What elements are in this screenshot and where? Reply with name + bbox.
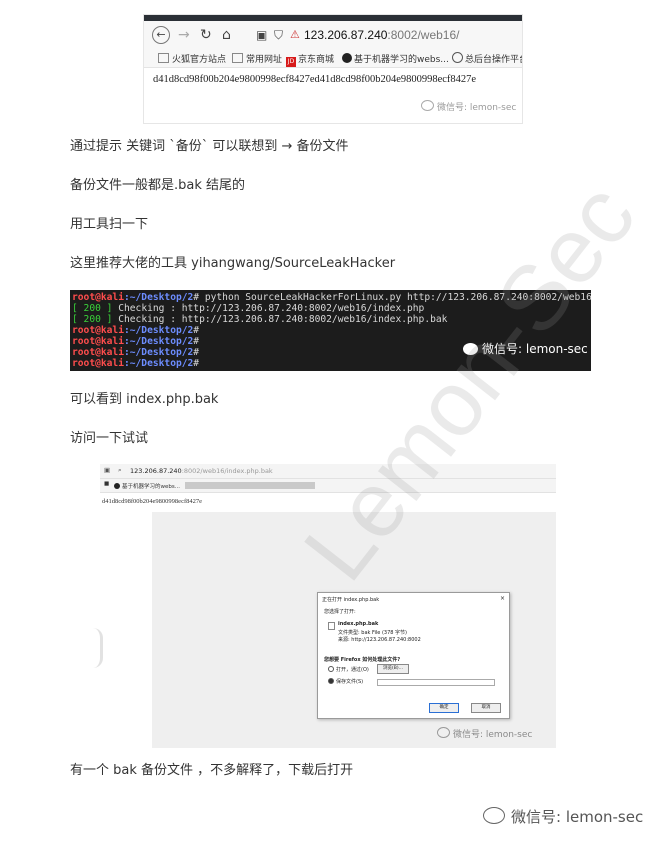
bookmark-item[interactable]: 火狐官方站点 <box>158 52 226 65</box>
folder-icon <box>158 53 169 63</box>
url-text[interactable]: 123.206.87.240:8002/web16/index.php.bak <box>130 467 273 475</box>
save-file-radio[interactable]: 保存文件(S) <box>328 678 363 685</box>
terminal-line: root@kali:~/Desktop/2# <box>72 336 200 347</box>
wechat-icon <box>437 727 450 738</box>
text-line: 可以看到 index.php.bak <box>70 392 219 407</box>
terminal-line: root@kali:~/Desktop/2# <box>72 325 200 336</box>
file-type: 文件类型: bak File (378 字节) <box>338 630 407 636</box>
decorative-stroke <box>93 628 103 668</box>
github-icon <box>342 53 352 63</box>
footer-watermark: 微信号: lemon-sec <box>483 806 643 827</box>
close-icon[interactable]: × <box>500 595 505 602</box>
bookmark-item[interactable]: 基于机器学习的webs... <box>342 52 449 65</box>
reload-icon[interactable]: ↻ <box>200 28 212 42</box>
forward-icon[interactable]: → <box>178 28 190 42</box>
browser-navbar: ▣ ⌕ 123.206.87.240:8002/web16/index.php.… <box>100 464 556 479</box>
terminal-line: [ 200 ] Checking : http://123.206.87.240… <box>72 314 448 325</box>
home-icon[interactable]: ⌂ <box>222 28 231 42</box>
download-dialog: 正在打开 index.php.bak × 您选择了打开: index.php.b… <box>317 592 510 719</box>
file-icon <box>328 622 335 630</box>
github-icon <box>114 483 120 489</box>
redacted-bookmarks <box>185 482 315 489</box>
cancel-button[interactable]: 取消 <box>471 703 501 713</box>
save-path-field[interactable] <box>377 679 495 686</box>
browser-navbar: ← → ↻ ⌂ ▣ ⛉ ⚠ 123.206.87.240:8002/web16/ <box>144 21 522 49</box>
shield-icon[interactable]: ⛉ <box>274 28 283 42</box>
reader-icon[interactable]: ▣ <box>104 466 110 474</box>
bookmark-item[interactable]: 总后台操作平台 <box>452 52 522 65</box>
bookmarks-menu-icon[interactable]: ■ <box>104 481 109 487</box>
page-content-hash: d41d8cd98f00b204e9800998ecf8427ed41d8cd9… <box>153 74 477 85</box>
reader-icon[interactable]: ▣ <box>256 28 267 42</box>
url-text: 123.206.87.240:8002/web16/ <box>304 28 460 42</box>
text-line: 有一个 bak 备份文件 ，不多解释了，下载后打开 <box>70 763 354 778</box>
back-icon[interactable]: ← <box>152 26 170 44</box>
bookmark-item[interactable]: 常用网址 <box>232 52 282 65</box>
open-with-radio[interactable]: 打开，通过(O) <box>328 666 369 673</box>
wechat-icon <box>421 100 434 111</box>
dialog-title: 正在打开 index.php.bak <box>322 597 380 603</box>
terminal-line: root@kali:~/Desktop/2# <box>72 347 200 358</box>
file-name: index.php.bak <box>338 621 379 627</box>
search-icon[interactable]: ⌕ <box>118 466 122 475</box>
globe-icon <box>452 52 463 63</box>
radio-icon <box>328 666 334 672</box>
text-line: 备份文件一般都是.bak 结尾的 <box>70 178 246 193</box>
wechat-icon <box>483 807 505 824</box>
dialog-heading: 您选择了打开: <box>324 609 356 615</box>
browser-screenshot-1: ← → ↻ ⌂ ▣ ⛉ ⚠ 123.206.87.240:8002/web16/… <box>143 14 523 124</box>
ok-button[interactable]: 确定 <box>429 703 459 713</box>
browse-button[interactable]: 浏览(B)... <box>377 664 409 674</box>
dialog-question: 您想要 Firefox 如何处理此文件? <box>324 657 401 663</box>
page-content-hash: d41d8cd98f00b204e9800998ecf8427e <box>102 498 203 505</box>
wechat-watermark: 微信号: lemon-sec <box>437 727 532 740</box>
jd-icon: JD <box>286 57 296 67</box>
terminal-line: root@kali:~/Desktop/2# <box>72 358 200 369</box>
insecure-lock-icon[interactable]: ⚠ <box>290 28 300 42</box>
text-line: 访问一下试试 <box>70 431 149 446</box>
text-line: 用工具扫一下 <box>70 217 149 232</box>
terminal-line: [ 200 ] Checking : http://123.206.87.240… <box>72 303 425 314</box>
text-line: 这里推荐大佬的工具 yihangwang/SourceLeakHacker <box>70 256 396 271</box>
folder-icon <box>232 53 243 63</box>
url-bar[interactable]: ▣ ⛉ ⚠ 123.206.87.240:8002/web16/ <box>254 25 522 45</box>
text-line: 通过提示 关键词 `备份` 可以联想到 → 备份文件 <box>70 139 349 154</box>
wechat-watermark: 微信号: lemon-sec <box>421 100 516 113</box>
bookmark-item[interactable]: JD 京东商城 <box>286 52 334 67</box>
radio-selected-icon <box>328 678 334 684</box>
file-source: 来源: http://123.206.87.240:8002 <box>338 637 421 643</box>
bookmarks-bar: 火狐官方站点 常用网址 JD 京东商城 基于机器学习的webs... 总后台操作平… <box>144 49 522 68</box>
bookmark-item[interactable]: 基于机器学习的webs... <box>114 482 180 490</box>
